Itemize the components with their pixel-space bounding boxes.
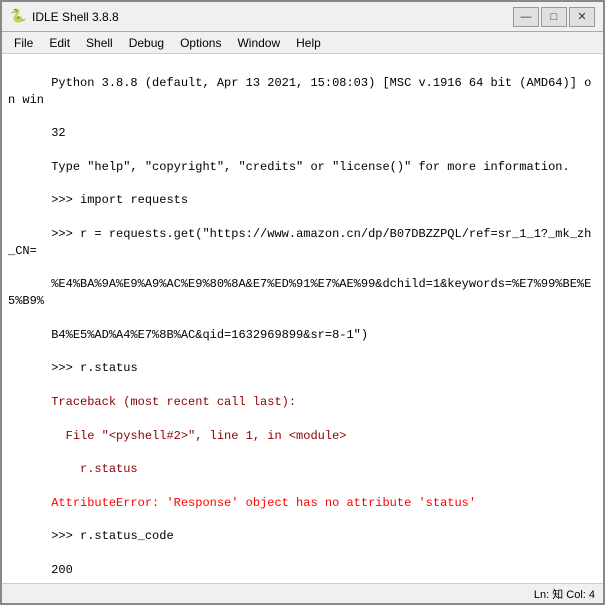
status-right: Ln: 知 Col: 4 — [534, 586, 595, 602]
window-title: IDLE Shell 3.8.8 — [32, 10, 119, 24]
menu-shell[interactable]: Shell — [78, 34, 121, 52]
shell-content[interactable]: Python 3.8.8 (default, Apr 13 2021, 15:0… — [2, 54, 603, 583]
close-button[interactable]: ✕ — [569, 7, 595, 27]
minimize-button[interactable]: — — [513, 7, 539, 27]
menu-debug[interactable]: Debug — [121, 34, 172, 52]
cmd2-line3: B4%E5%AD%A4%E7%8B%AC&qid=1632969899&sr=8… — [51, 328, 368, 342]
cmd2: r = requests.get("https://www.amazon.cn/… — [8, 227, 591, 258]
status-code-result: 200 — [51, 563, 73, 577]
maximize-button[interactable]: □ — [541, 7, 567, 27]
startup-line1: Python 3.8.8 (default, Apr 13 2021, 15:0… — [8, 76, 591, 107]
cmd4: r.status_code — [80, 529, 174, 543]
startup-line2: 32 — [51, 126, 65, 140]
traceback-code: r.status — [51, 462, 137, 476]
prompt4: >>> — [51, 529, 80, 543]
attr-error: AttributeError: 'Response' object has no… — [51, 496, 476, 510]
menu-options[interactable]: Options — [172, 34, 229, 52]
title-buttons: — □ ✕ — [513, 7, 595, 27]
traceback-header: Traceback (most recent call last): — [51, 395, 296, 409]
startup-line3: Type "help", "copyright", "credits" or "… — [51, 160, 569, 174]
prompt3: >>> — [51, 361, 80, 375]
title-bar-left: 🐍 IDLE Shell 3.8.8 — [10, 9, 119, 25]
cmd1: import requests — [80, 193, 188, 207]
main-window: 🐍 IDLE Shell 3.8.8 — □ ✕ File Edit Shell… — [0, 0, 605, 605]
prompt2: >>> — [51, 227, 80, 241]
menu-edit[interactable]: Edit — [41, 34, 78, 52]
cmd2-line2: %E4%BA%9A%E9%A9%AC%E9%80%8A&E7%ED%91%E7%… — [8, 277, 591, 308]
menu-file[interactable]: File — [6, 34, 41, 52]
traceback-file: File "<pyshell#2>", line 1, in <module> — [51, 429, 346, 443]
prompt1: >>> — [51, 193, 80, 207]
menu-bar: File Edit Shell Debug Options Window Hel… — [2, 32, 603, 54]
menu-help[interactable]: Help — [288, 34, 329, 52]
status-bar: Ln: 知 Col: 4 — [2, 583, 603, 603]
menu-window[interactable]: Window — [229, 34, 288, 52]
app-icon: 🐍 — [10, 9, 26, 25]
cmd3: r.status — [80, 361, 138, 375]
title-bar: 🐍 IDLE Shell 3.8.8 — □ ✕ — [2, 2, 603, 32]
output-area: Python 3.8.8 (default, Apr 13 2021, 15:0… — [8, 58, 597, 583]
